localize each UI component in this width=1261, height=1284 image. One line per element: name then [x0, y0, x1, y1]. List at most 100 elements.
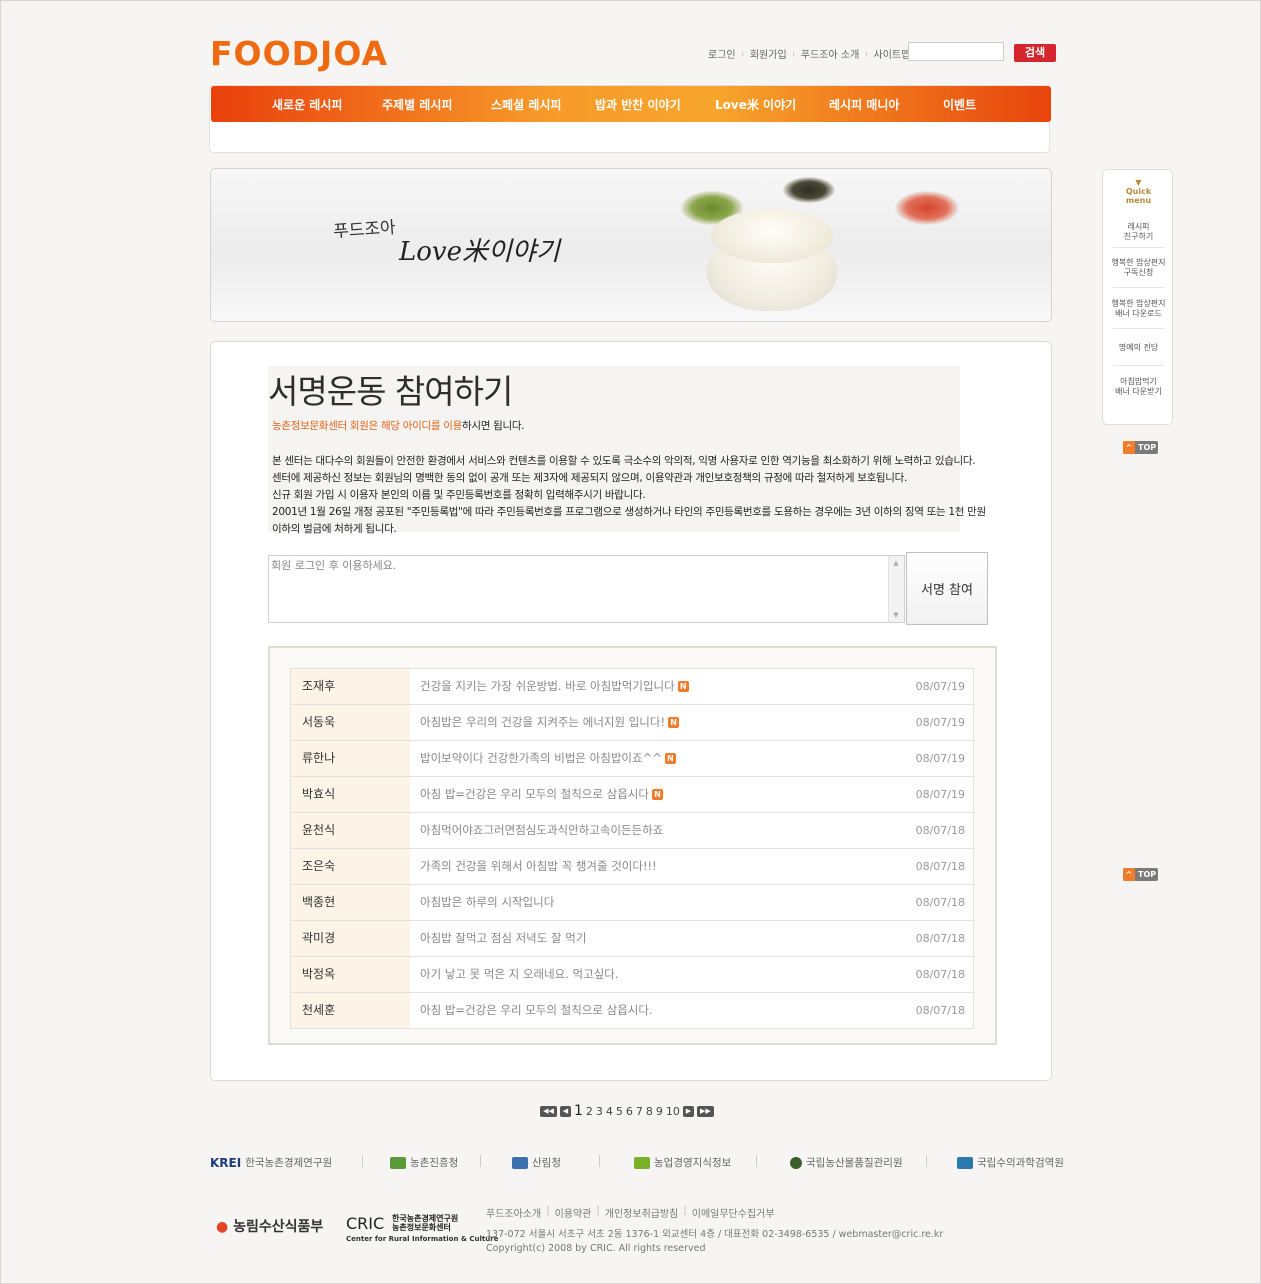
divider [756, 1155, 757, 1167]
partner-nvrqs[interactable]: 국립수의과학검역원 [957, 1155, 1064, 1170]
signer-name: 곽미경 [290, 921, 410, 956]
search-input[interactable] [908, 42, 1004, 61]
partner-forest[interactable]: 산림청 [512, 1155, 561, 1170]
agrix-logo-icon [634, 1156, 650, 1169]
divider [1113, 328, 1164, 329]
search-button[interactable]: 검색 [1014, 44, 1056, 62]
first-page-icon[interactable]: ◀◀ [540, 1105, 557, 1117]
partner-rda[interactable]: 농촌진흥청 [390, 1155, 458, 1170]
separator: | [546, 1205, 550, 1216]
list-item: 백종현 아침밥은 하루의 시작입니다 08/07/18 [290, 885, 974, 921]
partner-label: 농업경영지식정보 [654, 1157, 732, 1169]
page-number[interactable]: 10 [666, 1105, 680, 1118]
footer-terms-link[interactable]: 이용약관 [555, 1205, 592, 1220]
page-number[interactable]: 2 [586, 1105, 593, 1118]
ministry-name: 농림수산식품부 [233, 1219, 324, 1235]
sign-participate-button[interactable]: 서명 참여 [906, 552, 988, 625]
divider [1113, 365, 1164, 366]
divider [926, 1155, 927, 1167]
divider [599, 1155, 600, 1167]
page-number[interactable]: 8 [646, 1105, 653, 1118]
page-number[interactable]: 9 [656, 1105, 663, 1118]
divider [480, 1155, 481, 1167]
signature-list: 조재후 건강을 지키는 가장 쉬운방법. 바로 아침밥먹기입니다 N 08/07/19… [290, 668, 974, 1029]
scroll-up-icon[interactable]: ▲ [891, 558, 901, 568]
nav-event[interactable]: 이벤트 [943, 96, 976, 113]
signature-date: 08/07/18 [895, 993, 974, 1028]
partner-naqs[interactable]: 국립농산물품질관리원 [790, 1155, 903, 1170]
rda-logo-icon [390, 1156, 406, 1169]
top-label: TOP [1138, 870, 1157, 879]
quick-item-text: 행복한 밥상편지 [1111, 258, 1166, 267]
quick-item-letter-banner[interactable]: 행복한 밥상편지 배너 다운로드 [1109, 299, 1168, 319]
banner-title-line2: Love米이야기 [399, 237, 560, 267]
about-link[interactable]: 푸드조아 소개 [801, 46, 859, 61]
signature-date: 08/07/18 [895, 957, 974, 992]
signature-date: 08/07/18 [895, 921, 974, 956]
join-link[interactable]: 회원가입 [750, 46, 787, 61]
cric-sub-text: 농촌정보문화센터 [392, 1223, 451, 1232]
signature-comment-field[interactable]: 회원 로그인 후 이용하세요. ▲ ▼ [268, 555, 905, 623]
signer-message: 건강을 지키는 가장 쉬운방법. 바로 아침밥먹기입니다 N [410, 669, 895, 704]
last-page-icon[interactable]: ▶▶ [696, 1105, 714, 1117]
signature-date: 08/07/19 [895, 777, 974, 812]
textarea-scrollbar[interactable]: ▲ ▼ [888, 556, 904, 622]
partner-label: 한국농촌경제연구원 [245, 1157, 333, 1169]
quick-item-breakfast-banner[interactable]: 아침밥먹기 배너 다운받기 [1109, 377, 1168, 397]
page-number[interactable]: 3 [596, 1105, 603, 1118]
footer-about-link[interactable]: 푸드조아소개 [486, 1205, 541, 1220]
separator: ı [741, 49, 744, 58]
nav-rice-side-dish[interactable]: 밥과 반찬 이야기 [595, 96, 681, 113]
page-number[interactable]: 5 [616, 1105, 623, 1118]
nav-special-recipe[interactable]: 스페셜 레시피 [491, 96, 561, 113]
cric-logo: CRIC 한국농촌경제연구원 농촌정보문화센터 Center for Rural … [346, 1214, 498, 1243]
list-item: 윤천식 아침먹어야죠그러면점심도과식안하고속이든든하죠 08/07/18 [290, 813, 974, 849]
signature-date: 08/07/18 [895, 885, 974, 920]
notice-line2: 본 센터는 대다수의 회원들이 안전한 환경에서 서비스와 컨텐츠를 이용할 수… [272, 455, 976, 467]
scroll-down-icon[interactable]: ▼ [891, 610, 901, 620]
quick-item-text: 아침밥먹기 [1120, 377, 1157, 386]
page-number[interactable]: 4 [606, 1105, 613, 1118]
cric-english-name: Center for Rural Information & Culture [346, 1235, 499, 1243]
nav-theme-recipe[interactable]: 주제별 레시피 [382, 96, 452, 113]
sitemap-link[interactable]: 사이트맵 [874, 46, 911, 61]
message-text: 아침밥은 우리의 건강을 지켜주는 에너지원 입니다! [420, 715, 666, 729]
nav-new-recipe[interactable]: 새로운 레시피 [272, 96, 342, 113]
naqs-logo-icon [790, 1156, 802, 1169]
signer-message: 밥이보약이다 건강한가족의 비법은 아침밥이죠^^ N [410, 741, 895, 776]
footer-email-policy-link[interactable]: 이메일무단수집거부 [692, 1205, 775, 1220]
nav-love-rice[interactable]: Love米 이야기 [715, 96, 796, 113]
quick-item-text: 구독신청 [1123, 268, 1154, 277]
notice-line6: 이하의 벌금에 처하게 됩니다. [272, 523, 397, 535]
nav-recipe-mania[interactable]: 레시피 매니아 [829, 96, 899, 113]
signer-message: 가족의 건강을 위해서 아침밥 꼭 챙겨줄 것이다!!! [420, 859, 657, 873]
partner-agrix[interactable]: 농업경영지식정보 [634, 1155, 731, 1170]
love-rice-banner: 푸드조아 Love米이야기 [210, 168, 1052, 322]
new-icon: N [677, 681, 689, 692]
divider [1113, 287, 1164, 288]
page-number-current[interactable]: 1 [574, 1103, 583, 1119]
quick-item-letter-subscribe[interactable]: 행복한 밥상편지 구독신청 [1109, 258, 1168, 278]
new-icon: N [668, 717, 680, 728]
list-item: 조재후 건강을 지키는 가장 쉬운방법. 바로 아침밥먹기입니다 N 08/07/19 [290, 668, 974, 705]
divider [1113, 247, 1164, 248]
top-button[interactable]: ^ TOP [1123, 868, 1158, 881]
foodjoa-logo[interactable]: FOODJOA [210, 34, 388, 73]
partner-label: 국립농산물품질관리원 [806, 1157, 903, 1169]
footer-privacy-link[interactable]: 개인정보취급방침 [605, 1205, 679, 1220]
signer-name: 윤천식 [290, 813, 410, 848]
signer-message: 아침 밥=건강은 우리 모두의 철칙으로 삼읍시다. [420, 1003, 653, 1017]
page-number[interactable]: 6 [626, 1105, 633, 1118]
arrow-up-icon: ^ [1123, 868, 1135, 881]
top-button[interactable]: ^ TOP [1123, 441, 1158, 454]
partner-krei[interactable]: KREI 한국농촌경제연구원 [210, 1155, 332, 1170]
prev-page-icon[interactable]: ◀ [560, 1105, 571, 1117]
quick-item-hall-of-fame[interactable]: 명예의 전당 [1109, 343, 1168, 353]
quick-item-recipe-friend[interactable]: 레시피 친구하기 [1109, 222, 1168, 242]
login-link[interactable]: 로그인 [708, 46, 736, 61]
arrow-up-icon: ^ [1123, 441, 1135, 454]
next-page-icon[interactable]: ▶ [682, 1105, 694, 1117]
page-title: 서명운동 참여하기 [268, 372, 513, 411]
page-number[interactable]: 7 [636, 1105, 643, 1118]
quick-item-text: 레시피 [1127, 222, 1150, 231]
